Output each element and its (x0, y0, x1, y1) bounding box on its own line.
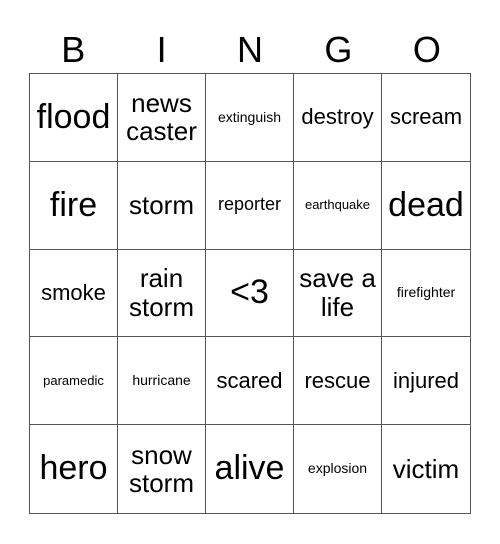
bingo-cell[interactable]: save a life (294, 249, 382, 338)
bingo-cell-text: scared (216, 367, 283, 393)
bingo-cell[interactable]: smoke (30, 249, 118, 338)
bingo-cell[interactable]: rain storm (118, 249, 206, 338)
bingo-cell-text: hero (39, 449, 108, 488)
bingo-cell[interactable]: rescue (294, 337, 382, 426)
bingo-cell-text: flood (36, 97, 111, 136)
bingo-cell[interactable]: earthquake (294, 161, 382, 250)
bingo-cell-text: reporter (217, 194, 282, 215)
bingo-cell-text: fire (49, 185, 98, 224)
bingo-cell-text: victim (392, 453, 460, 484)
bingo-cell-text: rescue (304, 367, 371, 393)
bingo-cell[interactable]: scared (206, 337, 294, 426)
bingo-cell-text: extinguish (217, 108, 282, 125)
bingo-cell-text: <3 (230, 273, 269, 312)
bingo-cell[interactable]: firefighter (382, 250, 470, 338)
bingo-cell-text: smoke (41, 279, 106, 305)
bingo-header: B I N G O (29, 28, 471, 72)
bingo-cell[interactable]: snow storm (118, 425, 206, 513)
bingo-cell[interactable]: dead (382, 162, 470, 250)
bingo-cell[interactable]: paramedic (30, 337, 118, 426)
bingo-cell-text: firefighter (396, 284, 456, 301)
bingo-cell-text: alive (214, 449, 285, 488)
bingo-cell[interactable]: injured (382, 337, 470, 426)
bingo-cell-text: storm (129, 189, 194, 220)
bingo-cell[interactable]: destroy (294, 74, 382, 162)
bingo-cell[interactable]: alive (206, 425, 294, 513)
header-letter-i: I (156, 29, 167, 70)
bingo-cell-text: explosion (307, 460, 368, 477)
bingo-cell[interactable]: extinguish (206, 74, 294, 162)
bingo-cell-text: snow storm (129, 439, 194, 499)
header-letter-b: B (61, 29, 86, 70)
bingo-cell-text: save a life (299, 263, 376, 322)
bingo-cell-text: injured (392, 367, 460, 393)
bingo-cell-text: earthquake (304, 197, 371, 213)
bingo-cell[interactable]: flood (30, 74, 118, 162)
bingo-cell-text: dead (388, 185, 464, 224)
bingo-cell-text: destroy (301, 104, 374, 130)
bingo-cell[interactable]: storm (118, 161, 206, 250)
bingo-cell[interactable]: reporter (206, 161, 294, 250)
bingo-cell-text: hurricane (132, 372, 191, 389)
bingo-cell[interactable]: fire (30, 161, 118, 250)
bingo-cell[interactable]: hurricane (118, 337, 206, 426)
bingo-cell-text: rain storm (129, 263, 194, 322)
bingo-cell[interactable]: news caster (118, 74, 206, 162)
bingo-cell[interactable]: victim (382, 425, 470, 513)
bingo-cell-text: paramedic (43, 372, 104, 388)
bingo-cell[interactable]: explosion (294, 425, 382, 513)
header-letter-n: N (237, 29, 264, 70)
header-letter-g: G (324, 29, 353, 70)
bingo-grid: flood news caster extinguish destroy scream f… (29, 73, 471, 514)
bingo-cell[interactable]: scream (382, 74, 470, 162)
bingo-cell-text: scream (389, 104, 463, 130)
bingo-cell[interactable]: <3 (206, 249, 294, 338)
bingo-cell[interactable]: hero (30, 425, 118, 513)
header-letter-o: O (412, 29, 441, 70)
bingo-cell-text: news caster (126, 87, 197, 147)
